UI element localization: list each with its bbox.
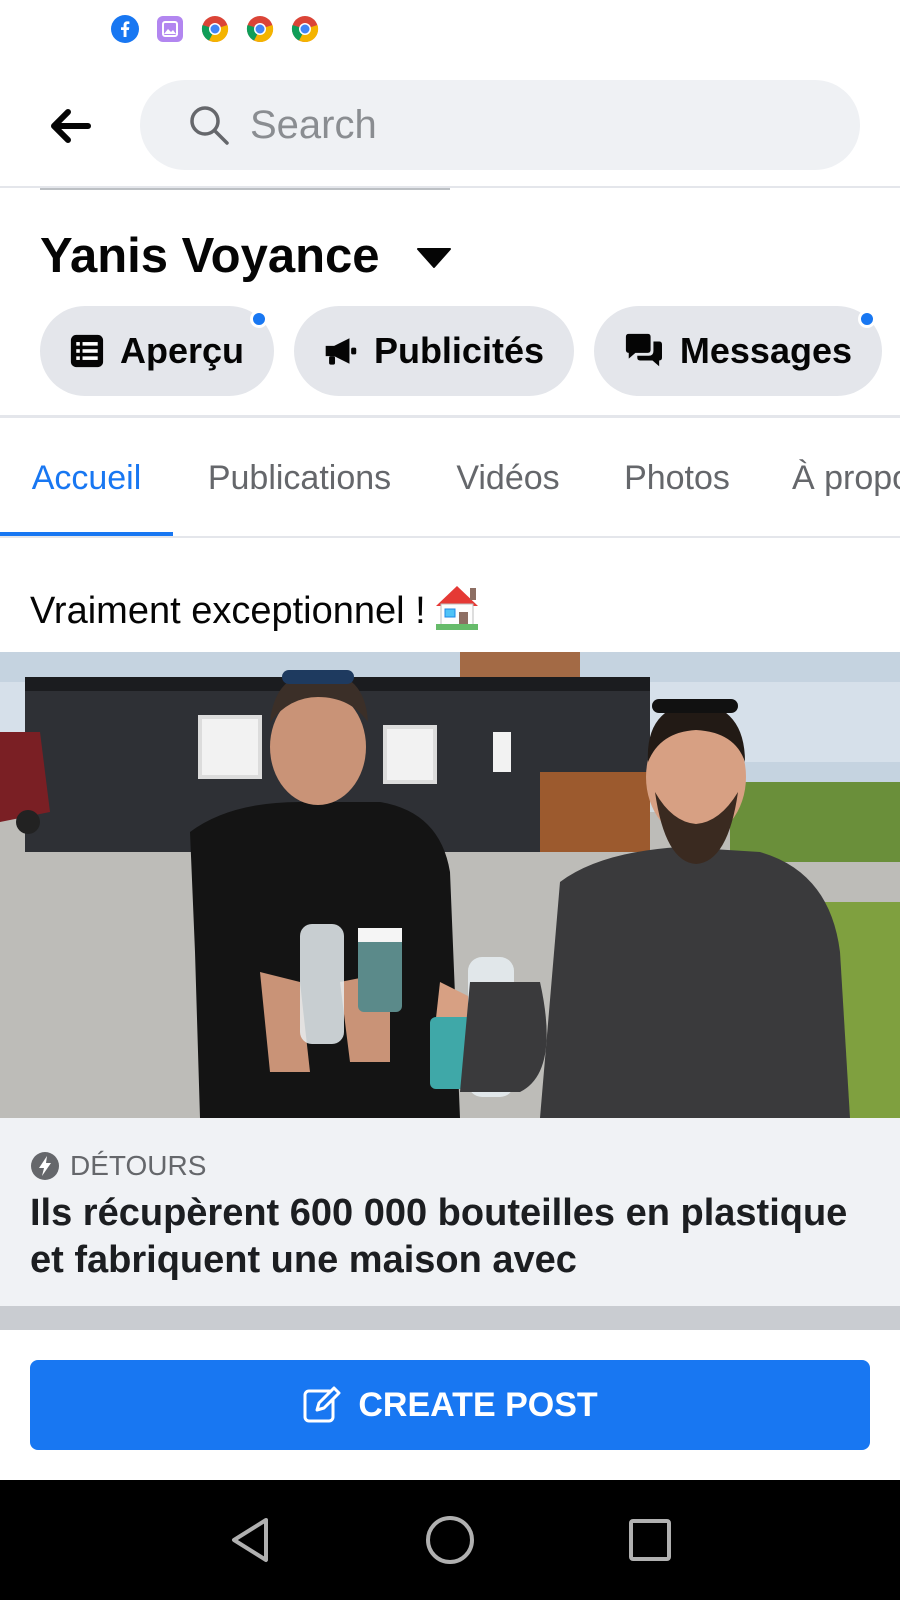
lightning-icon — [31, 1152, 59, 1180]
megaphone-icon — [325, 338, 357, 365]
page-header: Yanis Voyance Aperçu Publicités Messages — [0, 190, 900, 418]
list-icon — [70, 334, 104, 368]
tab-label: À propos — [792, 458, 900, 497]
photo-two-men-holding-bottles — [0, 652, 900, 1118]
house-emoji — [432, 582, 482, 640]
page-title: Yanis Voyance — [40, 229, 380, 283]
tab-publications[interactable]: Publications — [173, 418, 426, 536]
search-icon — [190, 106, 229, 145]
back-arrow-icon — [51, 109, 91, 143]
back-button[interactable] — [40, 96, 100, 156]
chrome-icon — [200, 14, 230, 44]
tab-label: Photos — [624, 458, 730, 497]
tab-a-propos[interactable]: À propos — [764, 418, 900, 536]
edit-icon — [303, 1386, 341, 1423]
nav-recents-button[interactable] — [618, 1508, 682, 1572]
tab-accueil[interactable]: Accueil — [0, 418, 173, 536]
apercu-button[interactable]: Aperçu — [40, 306, 274, 396]
active-tab-indicator — [0, 532, 173, 536]
post-photo[interactable] — [0, 652, 900, 1118]
page-tabs: Accueil Publications Vidéos Photos À pro… — [0, 418, 900, 538]
notification-dot — [250, 310, 268, 328]
tab-photos[interactable]: Photos — [590, 418, 764, 536]
messages-button[interactable]: Messages — [594, 306, 882, 396]
search-input[interactable] — [248, 101, 808, 149]
post: Vraiment exceptionnel ! DÉTOURS Ils récu… — [0, 540, 900, 1332]
tab-label: Publications — [207, 458, 392, 497]
nav-home-button[interactable] — [418, 1508, 482, 1572]
link-source: DÉTOURS — [30, 1150, 206, 1182]
link-source-name: DÉTOURS — [70, 1150, 207, 1181]
page-actions: Aperçu Publicités Messages — [40, 306, 882, 396]
tab-label: Accueil — [31, 458, 142, 497]
create-post-label: CREATE POST — [358, 1385, 598, 1424]
triangle-back-icon — [232, 1518, 268, 1562]
chrome-icon — [245, 14, 275, 44]
apercu-label: Aperçu — [119, 330, 244, 371]
notification-dot — [858, 310, 876, 328]
post-message: Vraiment exceptionnel ! — [30, 589, 426, 632]
caret-down-icon — [416, 248, 451, 268]
system-nav-bar — [0, 1480, 900, 1600]
publicites-button[interactable]: Publicités — [294, 306, 574, 396]
chrome-icon — [290, 14, 320, 44]
link-preview[interactable]: DÉTOURS Ils récupèrent 600 000 bouteille… — [0, 1118, 900, 1306]
nav-back-button[interactable] — [218, 1508, 282, 1572]
search-header — [0, 60, 900, 188]
create-post-area: CREATE POST — [0, 1330, 900, 1480]
page-switcher[interactable]: Yanis Voyance — [40, 228, 452, 284]
square-recents-icon — [629, 1519, 671, 1561]
publicites-label: Publicités — [373, 330, 544, 371]
tab-label: Vidéos — [456, 458, 560, 497]
tab-videos[interactable]: Vidéos — [426, 418, 590, 536]
facebook-icon — [110, 14, 140, 44]
status-bar — [0, 0, 900, 60]
messages-label: Messages — [679, 330, 852, 371]
chat-icon — [625, 333, 662, 367]
post-text: Vraiment exceptionnel ! — [30, 582, 482, 640]
link-headline: Ils récupèrent 600 000 bouteilles en pla… — [30, 1192, 848, 1281]
section-divider — [0, 1306, 900, 1330]
search-field[interactable] — [140, 80, 860, 170]
notification-icons — [110, 14, 320, 44]
create-post-button[interactable]: CREATE POST — [30, 1360, 870, 1450]
circle-home-icon — [426, 1516, 474, 1564]
gallery-icon — [155, 14, 185, 44]
